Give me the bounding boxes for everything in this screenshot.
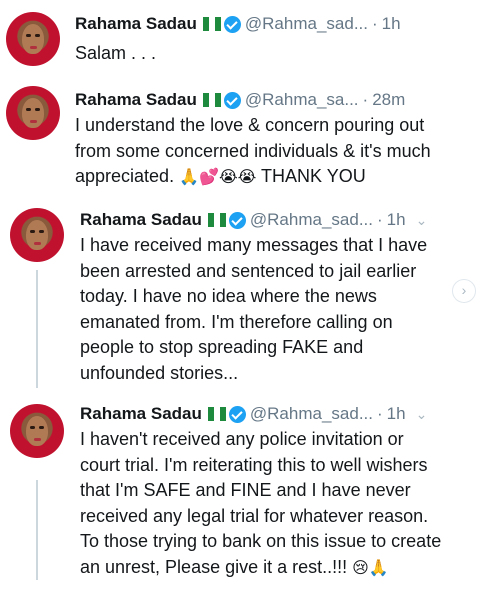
tweet-line: emanated from. I'm therefore calling on — [80, 311, 393, 332]
author-handle[interactable]: @Rahma_sad... — [250, 404, 373, 424]
tweet-line: that I'm SAFE and FINE and I have never — [80, 480, 411, 500]
avatar[interactable] — [6, 12, 60, 66]
tweet-line: I haven't received any police invitation… — [80, 429, 404, 449]
tweet-text: I have received many messages that I hav… — [80, 233, 427, 386]
tweet-text: I understand the love & concern pouring … — [75, 113, 431, 190]
verified-badge-icon — [223, 15, 241, 33]
emoji-group: 🙏💕😭😭 — [179, 167, 257, 186]
chevron-right-icon[interactable]: › — [452, 279, 476, 303]
tweet-line: people to stop spreading FAKE and — [80, 337, 364, 357]
author-name[interactable]: Rahama Sadau — [75, 14, 197, 34]
tweet-timestamp[interactable]: 1h — [387, 404, 406, 424]
tweet-timestamp[interactable]: 28m — [372, 90, 405, 110]
nigeria-flag-icon — [207, 407, 226, 421]
nigeria-flag-icon — [202, 93, 221, 107]
author-handle[interactable]: @Rahma_sad... — [250, 210, 373, 230]
tweet-line: today. I have no idea where the news — [80, 286, 377, 306]
tweet-2[interactable]: Rahama Sadau @Rahma_sa... · 28m I unders… — [0, 78, 486, 196]
separator-dot: · — [376, 210, 383, 229]
tweet-line: I have received many messages that I hav… — [80, 235, 428, 255]
verified-badge-icon — [228, 405, 246, 423]
avatar[interactable] — [10, 404, 64, 458]
chevron-down-icon[interactable]: ⌄ — [416, 212, 428, 229]
author-name[interactable]: Rahama Sadau — [80, 404, 202, 424]
tweet-line-text: an unrest, Please give it a rest..!!! — [80, 556, 348, 577]
tweet-line: an unrest, Please give it a rest..!!! 😢🙏 — [80, 555, 441, 581]
avatar[interactable] — [6, 86, 60, 140]
separator-dot: · — [371, 14, 378, 33]
separator-dot: · — [362, 90, 369, 109]
tweet-line: appreciated. 🙏💕😭😭 THANK YOU — [75, 164, 431, 190]
separator-dot: · — [376, 404, 383, 423]
tweet-text: I haven't received any police invitation… — [80, 427, 441, 580]
verified-badge-icon — [223, 91, 241, 109]
tweet-line: Salam . . . — [75, 43, 157, 63]
nigeria-flag-icon — [202, 17, 221, 31]
tweet-line-text: THANK YOU — [261, 166, 366, 186]
tweet-line: I understand the love & concern pouring … — [75, 115, 425, 135]
tweet-line-text: appreciated. — [75, 166, 175, 186]
author-handle[interactable]: @Rahma_sa... — [245, 90, 359, 110]
author-name[interactable]: Rahama Sadau — [75, 90, 197, 110]
verified-badge-icon — [228, 211, 246, 229]
tweet-line: been arrested and sentenced to jail earl… — [80, 260, 417, 281]
tweet-3[interactable]: Rahama Sadau @Rahma_sad... · 1h ⌄ I have… — [0, 196, 486, 388]
tweet-line: unfounded stories... — [80, 362, 239, 383]
author-name[interactable]: Rahama Sadau — [80, 210, 202, 230]
tweet-4[interactable]: Rahama Sadau @Rahma_sad... · 1h ⌄ I have… — [0, 390, 486, 589]
nigeria-flag-icon — [207, 213, 226, 227]
tweet-line: To those trying to bank on this issue to… — [80, 531, 442, 551]
tweet-timestamp[interactable]: 1h — [382, 14, 401, 34]
emoji-group: 😢🙏 — [352, 557, 389, 577]
tweet-text: Salam . . . — [75, 41, 156, 67]
tweet-line: received any legal trial for whatever re… — [80, 505, 429, 526]
tweet-line: court trial. I'm reiterating this to wel… — [80, 454, 428, 475]
tweet-timestamp[interactable]: 1h — [387, 210, 406, 230]
avatar[interactable] — [10, 208, 64, 262]
author-handle[interactable]: @Rahma_sad... — [245, 14, 368, 34]
chevron-down-icon[interactable]: ⌄ — [416, 406, 428, 423]
tweet-1[interactable]: Rahama Sadau @Rahma_sad... · 1h Salam . … — [0, 0, 486, 78]
tweet-line: from some concerned individuals & it's m… — [75, 140, 431, 161]
